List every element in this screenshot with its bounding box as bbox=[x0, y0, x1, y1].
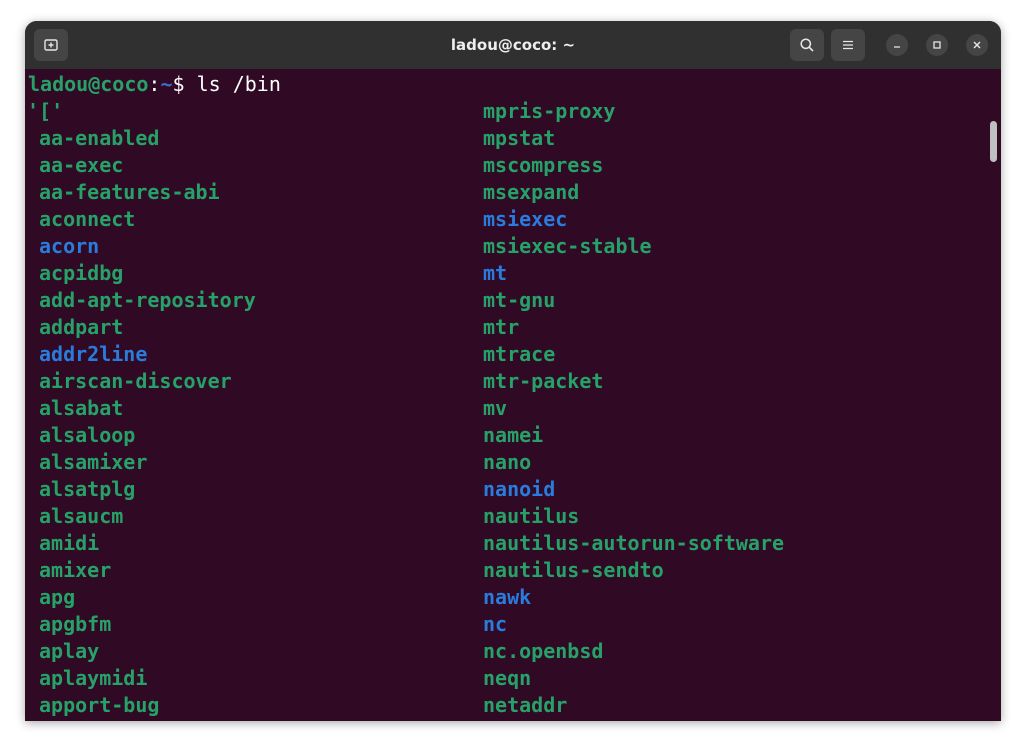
file-entry: aa-enabled bbox=[39, 126, 160, 150]
file-entry: apport-bug bbox=[39, 693, 160, 717]
file-entry: nautilus bbox=[483, 504, 580, 528]
file-entry: nawk bbox=[483, 585, 532, 609]
file-entry: alsaloop bbox=[39, 423, 136, 447]
file-entry: mpris-proxy bbox=[483, 99, 616, 123]
file-entry: mv bbox=[483, 396, 508, 420]
file-entry: mtr bbox=[483, 315, 520, 339]
scrollbar-thumb[interactable] bbox=[990, 121, 997, 162]
file-entry: addpart bbox=[39, 315, 124, 339]
file-entry: aplaymidi bbox=[39, 666, 148, 690]
file-entry: airscan-discover bbox=[39, 369, 232, 393]
file-entry: nano bbox=[483, 450, 532, 474]
file-entry: mt-gnu bbox=[483, 288, 556, 312]
minimize-button[interactable] bbox=[886, 34, 908, 56]
search-icon bbox=[799, 37, 815, 53]
file-entry: msexpand bbox=[483, 180, 580, 204]
file-entry: add-apt-repository bbox=[39, 288, 256, 312]
minimize-icon bbox=[892, 40, 902, 50]
file-entry: alsaucm bbox=[39, 504, 124, 528]
file-entry: alsamixer bbox=[39, 450, 148, 474]
file-entry: amidi bbox=[39, 531, 100, 555]
file-entry: aa-features-abi bbox=[39, 180, 220, 204]
file-entry: acorn bbox=[39, 234, 100, 258]
close-button[interactable] bbox=[966, 34, 988, 56]
close-icon bbox=[972, 40, 982, 50]
file-entry: aconnect bbox=[39, 207, 136, 231]
file-entry: neqn bbox=[483, 666, 532, 690]
hamburger-menu-icon bbox=[841, 38, 855, 52]
maximize-icon bbox=[932, 40, 942, 50]
file-entry: nc bbox=[483, 612, 508, 636]
prompt-directory: ~ bbox=[160, 72, 173, 96]
file-entry: '[' bbox=[27, 99, 64, 123]
new-tab-button[interactable] bbox=[34, 29, 68, 61]
file-entry: msiexec-stable bbox=[483, 234, 652, 258]
prompt-user-host: ladou@coco bbox=[28, 72, 149, 96]
terminal-output[interactable]: ladou@coco:~$ ls /bin '[' aa-enabled aa-ex… bbox=[25, 69, 1001, 721]
terminal-window: ladou@coco: ~ ladou@coco:~$ ls /bin '[' … bbox=[25, 21, 1001, 721]
file-entry: nc.openbsd bbox=[483, 639, 604, 663]
file-entry: nautilus-autorun-software bbox=[483, 531, 785, 555]
file-entry: aplay bbox=[39, 639, 100, 663]
file-entry: alsatplg bbox=[39, 477, 136, 501]
prompt-line: ladou@coco:~$ ls /bin bbox=[28, 71, 281, 98]
file-entry: mtr-packet bbox=[483, 369, 604, 393]
file-entry: apgbfm bbox=[39, 612, 112, 636]
new-tab-icon bbox=[43, 37, 59, 53]
command-text: ls /bin bbox=[184, 72, 281, 96]
file-entry: msiexec bbox=[483, 207, 568, 231]
file-entry: amixer bbox=[39, 558, 112, 582]
file-entry: addr2line bbox=[39, 342, 148, 366]
file-entry: nautilus-sendto bbox=[483, 558, 664, 582]
file-entry: netaddr bbox=[483, 693, 568, 717]
prompt-symbol: $ bbox=[172, 72, 185, 96]
maximize-button[interactable] bbox=[926, 34, 948, 56]
prompt-colon: : bbox=[148, 72, 161, 96]
file-entry: mscompress bbox=[483, 153, 604, 177]
file-entry: apg bbox=[39, 585, 76, 609]
title-bar[interactable]: ladou@coco: ~ bbox=[25, 21, 1001, 69]
file-entry: mt bbox=[483, 261, 508, 285]
file-entry: acpidbg bbox=[39, 261, 124, 285]
file-entry: alsabat bbox=[39, 396, 124, 420]
search-button[interactable] bbox=[790, 29, 824, 61]
file-entry: mpstat bbox=[483, 126, 556, 150]
file-entry: aa-exec bbox=[39, 153, 124, 177]
menu-button[interactable] bbox=[831, 29, 865, 61]
file-entry: nanoid bbox=[483, 477, 556, 501]
file-entry: mtrace bbox=[483, 342, 556, 366]
file-entry: namei bbox=[483, 423, 544, 447]
